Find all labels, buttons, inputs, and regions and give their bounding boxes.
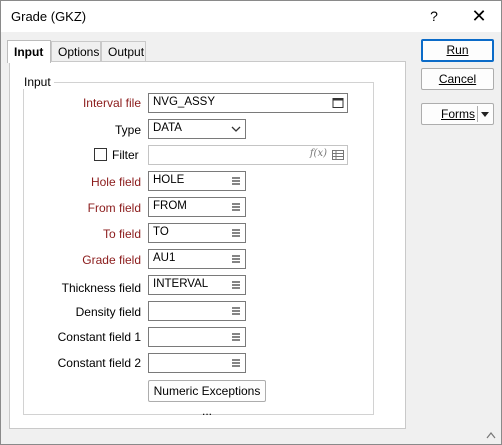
tab-input-label: Input	[14, 45, 44, 59]
thickness-field-input[interactable]: INTERVAL	[148, 275, 246, 295]
interval-file-value: NVG_ASSY	[153, 96, 215, 108]
list-icon[interactable]	[230, 357, 242, 369]
density-field-label: Density field	[75, 305, 141, 319]
dialog-window: Grade (GKZ) ? ✕ Input Options Output Inp…	[0, 0, 502, 445]
run-button[interactable]: Run	[421, 39, 494, 62]
filter-table-icon[interactable]	[332, 149, 344, 161]
interval-file-label: Interval file	[82, 96, 141, 110]
browse-file-icon[interactable]	[332, 97, 344, 109]
forms-dropdown-icon[interactable]	[480, 110, 490, 118]
list-icon[interactable]	[230, 175, 242, 187]
from-field-label: From field	[87, 201, 141, 215]
close-button[interactable]: ✕	[463, 1, 495, 32]
hole-field-value: HOLE	[153, 174, 185, 186]
to-field-input[interactable]: TO	[148, 223, 246, 243]
filter-label: Filter	[112, 148, 139, 162]
tab-output[interactable]: Output	[101, 41, 146, 61]
thickness-field-value: INTERVAL	[153, 278, 209, 290]
grade-field-input[interactable]: AU1	[148, 249, 246, 269]
constant-field-1-input[interactable]	[148, 327, 246, 347]
filter-checkbox[interactable]	[94, 148, 107, 161]
list-icon[interactable]	[230, 305, 242, 317]
tab-options[interactable]: Options	[51, 41, 101, 61]
from-field-value: FROM	[153, 200, 187, 212]
input-group-label: Input	[21, 75, 54, 89]
forms-split-divider	[477, 106, 478, 122]
list-icon[interactable]	[230, 227, 242, 239]
interval-file-input[interactable]: NVG_ASSY	[148, 93, 348, 113]
resize-grip-icon[interactable]	[485, 430, 497, 440]
to-field-label: To field	[102, 227, 141, 241]
fx-icon[interactable]: f(x)	[310, 148, 327, 159]
list-icon[interactable]	[230, 331, 242, 343]
constant-field-2-label: Constant field 2	[57, 356, 141, 370]
cancel-button[interactable]: Cancel	[421, 68, 494, 90]
grade-field-label: Grade field	[82, 253, 141, 267]
numeric-exceptions-button[interactable]: Numeric Exceptions ...	[148, 380, 266, 418]
hole-field-label: Hole field	[90, 175, 141, 189]
constant-field-1-label: Constant field 1	[57, 330, 141, 344]
help-button[interactable]: ?	[419, 1, 449, 32]
tab-output-label: Output	[108, 45, 145, 59]
hole-field-input[interactable]: HOLE	[148, 171, 246, 191]
grade-field-value: AU1	[153, 252, 176, 264]
type-label: Type	[114, 123, 141, 137]
forms-button[interactable]: Forms	[421, 103, 494, 125]
list-icon[interactable]	[230, 279, 242, 291]
filter-input[interactable]: f(x)	[148, 145, 348, 165]
type-select[interactable]: DATA	[148, 119, 246, 139]
run-button-label: Run	[446, 43, 469, 57]
list-icon[interactable]	[230, 253, 242, 265]
window-title: Grade (GKZ)	[11, 9, 87, 24]
tab-options-label: Options	[58, 45, 100, 59]
type-value: DATA	[153, 122, 182, 134]
thickness-field-label: Thickness field	[61, 281, 141, 295]
tab-panel-input	[9, 61, 406, 429]
forms-button-label: Forms	[441, 107, 475, 121]
constant-field-2-input[interactable]	[148, 353, 246, 373]
cancel-button-label: Cancel	[438, 72, 477, 86]
to-field-value: TO	[153, 226, 169, 238]
title-bar: Grade (GKZ) ? ✕	[1, 1, 501, 32]
from-field-input[interactable]: FROM	[148, 197, 246, 217]
density-field-input[interactable]	[148, 301, 246, 321]
list-icon[interactable]	[230, 201, 242, 213]
tab-input[interactable]: Input	[7, 40, 51, 63]
chevron-down-icon	[231, 126, 241, 132]
